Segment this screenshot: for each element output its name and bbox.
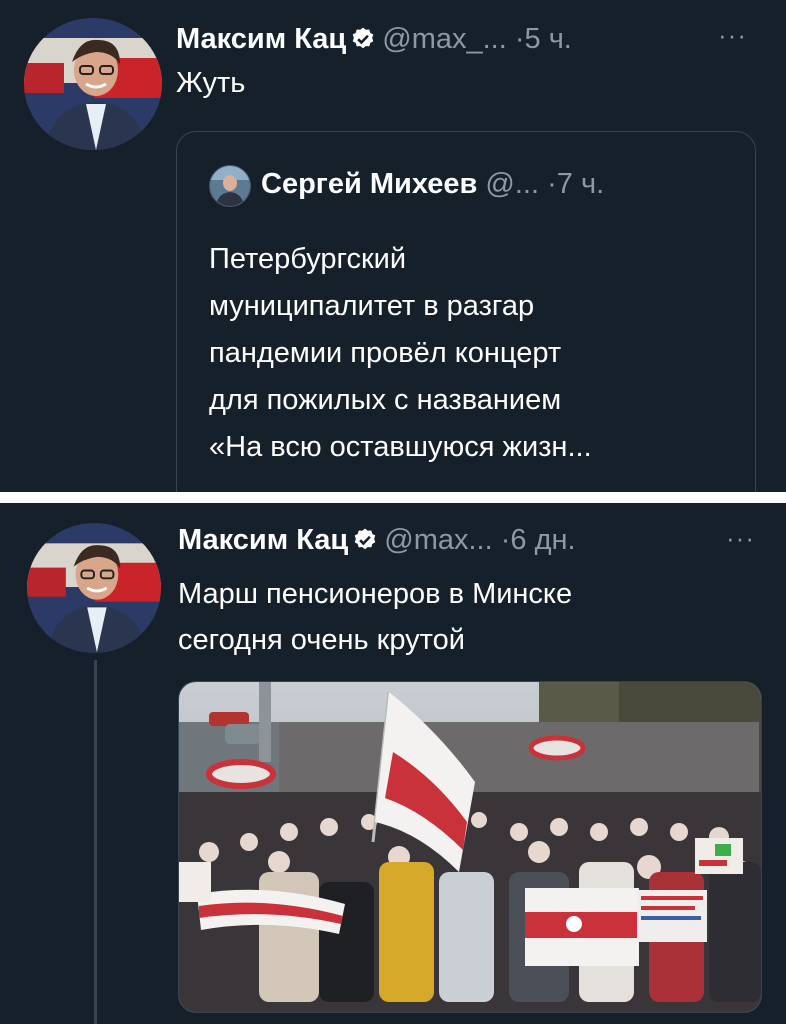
author-name[interactable]: Максим Кац: [178, 524, 348, 556]
verified-badge-icon: [352, 527, 378, 561]
quoted-tweet-timestamp: 7 ч.: [556, 168, 605, 200]
meta-separator: ·: [500, 524, 511, 556]
quoted-text-line: муниципалитет в разгар: [209, 290, 535, 322]
avatar-photo: [24, 18, 162, 150]
tweet-text: Жуть: [176, 67, 246, 99]
quoted-text-line: пандемии провёл концерт: [209, 337, 562, 369]
author-avatar[interactable]: [27, 523, 161, 653]
quoted-text-line: для пожилых с названием: [209, 384, 562, 416]
quoted-text-line: «На всю оставшуюся жизн...: [209, 431, 592, 463]
thread-connector-line: [94, 660, 97, 1024]
quoted-text-line: Петербургский: [209, 243, 407, 275]
quoted-tweet-text: Петербургский муниципалитет в разгар пан…: [209, 236, 749, 471]
tweet-timestamp[interactable]: 5 ч.: [525, 23, 572, 55]
verified-badge-icon: [350, 26, 376, 60]
quoted-tweet-card[interactable]: Сергей Михеев @... ·7 ч. Петербургский м…: [176, 131, 756, 492]
more-options-icon[interactable]: ···: [726, 523, 755, 554]
tweet-media-photo[interactable]: [178, 681, 762, 1013]
tweet-text: Марш пенсионеров в Минске сегодня очень …: [178, 571, 572, 663]
author-name[interactable]: Максим Кац: [176, 23, 346, 55]
tweet-text-line: сегодня очень крутой: [178, 624, 465, 656]
quoted-meta-separator: ·: [547, 168, 557, 200]
quoted-avatar-photo: [210, 166, 250, 206]
quoted-author-handle[interactable]: @...: [485, 168, 539, 200]
author-handle[interactable]: @max...: [384, 524, 492, 556]
meta-separator: ·: [514, 23, 525, 55]
author-handle[interactable]: @max_...: [382, 23, 507, 55]
more-options-icon[interactable]: ···: [718, 20, 747, 51]
quoted-author-avatar: [209, 165, 251, 207]
tweet-timestamp[interactable]: 6 дн.: [510, 524, 575, 556]
quoted-tweet-header: Сергей Михеев @... ·7 ч.: [261, 167, 604, 201]
tweet-header: Максим Кац @max_... ·5 ч.: [176, 22, 572, 60]
march-photo: [179, 682, 761, 1012]
tweet-header: Максим Кац @max... ·6 дн.: [178, 523, 576, 561]
avatar-photo: [27, 523, 161, 653]
quoted-author-name[interactable]: Сергей Михеев: [261, 168, 477, 200]
author-avatar[interactable]: [24, 18, 162, 150]
tweet-panel-top: Максим Кац @max_... ·5 ч. ··· Жуть Сергей…: [0, 0, 786, 492]
tweet-text-line: Марш пенсионеров в Минске: [178, 578, 573, 610]
